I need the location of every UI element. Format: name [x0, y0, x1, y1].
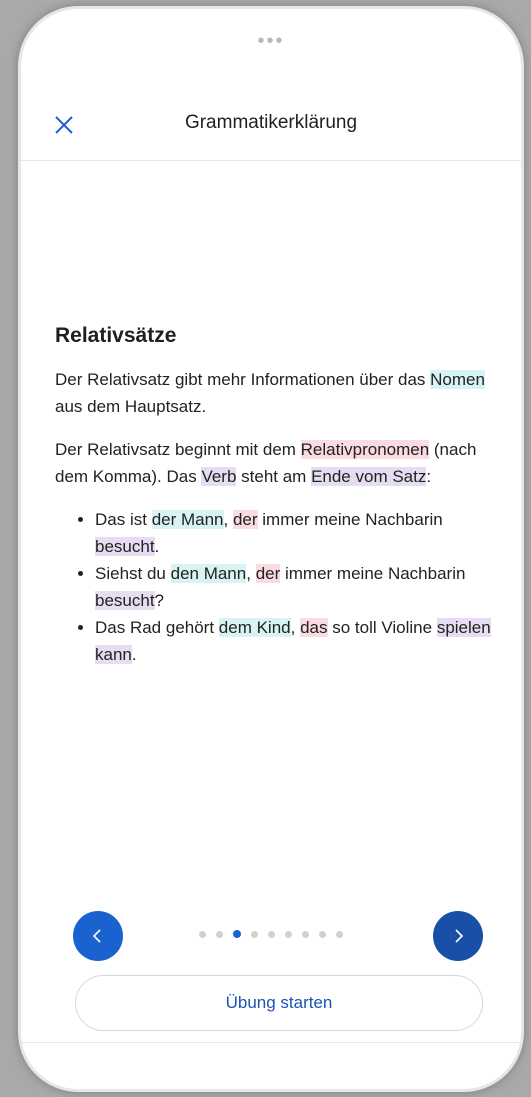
highlight-sentence-end: Ende vom Satz — [311, 467, 427, 486]
text: steht am — [236, 467, 312, 486]
text: aus dem Hauptsatz. — [55, 397, 207, 416]
phone-screen: ••• Grammatikerklärung Relativsätze Der … — [18, 6, 524, 1092]
text: so toll Violine — [327, 618, 437, 637]
highlight-relative-pronoun: der — [255, 564, 281, 583]
list-item: Siehst du den Mann, der immer meine Nach… — [95, 560, 497, 614]
top-handle: ••• — [257, 30, 285, 52]
list-item: Das Rad gehört dem Kind, das so toll Vio… — [95, 614, 497, 668]
highlight-relative-pronoun: der — [232, 510, 258, 529]
pager-navigation — [21, 909, 521, 961]
highlight-verb: Verb — [201, 467, 237, 486]
text: , — [290, 618, 301, 637]
page-dot[interactable] — [251, 931, 258, 938]
page-dot[interactable] — [336, 931, 343, 938]
text: Siehst du — [95, 564, 171, 583]
paragraph-1: Der Relativsatz gibt mehr Informationen … — [55, 366, 497, 420]
page-indicator — [199, 930, 343, 938]
page-dot[interactable] — [319, 931, 326, 938]
highlight-noun: dem Kind — [218, 618, 291, 637]
page-dot[interactable] — [285, 931, 292, 938]
next-button[interactable] — [433, 911, 483, 961]
highlight-relative-pronoun: das — [300, 618, 328, 637]
chevron-right-icon — [455, 929, 464, 943]
text: , — [246, 564, 256, 583]
text: Der Relativsatz gibt mehr Informationen … — [55, 370, 431, 389]
highlight-noun: der Mann — [151, 510, 224, 529]
text: , — [223, 510, 233, 529]
page-dot[interactable] — [199, 931, 206, 938]
highlight-noun: den Mann — [170, 564, 247, 583]
text: immer meine Nachbarin — [280, 564, 466, 583]
page-dot[interactable] — [268, 931, 275, 938]
highlight-verb: besucht — [95, 537, 155, 556]
page-dot[interactable] — [216, 931, 223, 938]
text: immer meine Nachbarin — [257, 510, 443, 529]
previous-button[interactable] — [73, 911, 123, 961]
paragraph-2: Der Relativsatz beginnt mit dem Relativp… — [55, 436, 497, 490]
explanation-content: Relativsätze Der Relativsatz gibt mehr I… — [55, 324, 497, 668]
start-exercise-button[interactable]: Übung starten — [75, 975, 483, 1031]
text: Das Rad gehört — [95, 618, 219, 637]
highlight-verb: besucht — [95, 591, 155, 610]
example-list: Das ist der Mann, der immer meine Nachba… — [55, 506, 497, 668]
chevron-left-icon — [92, 929, 101, 943]
text: Der Relativsatz beginnt mit dem — [55, 440, 301, 459]
page-dot-active[interactable] — [233, 930, 241, 938]
header: Grammatikerklärung — [21, 104, 521, 161]
list-item: Das ist der Mann, der immer meine Nachba… — [95, 506, 497, 560]
text: ? — [154, 591, 165, 610]
text: Das ist — [95, 510, 152, 529]
text: . — [131, 645, 137, 664]
section-heading: Relativsätze — [55, 324, 177, 347]
text: : — [426, 467, 432, 486]
page-title: Grammatikerklärung — [184, 112, 358, 133]
highlight-relative-pronoun: Relativpronomen — [300, 440, 430, 459]
text: . — [154, 537, 160, 556]
page-dot[interactable] — [302, 931, 309, 938]
highlight-noun: Nomen — [430, 370, 485, 389]
divider — [21, 1042, 521, 1043]
